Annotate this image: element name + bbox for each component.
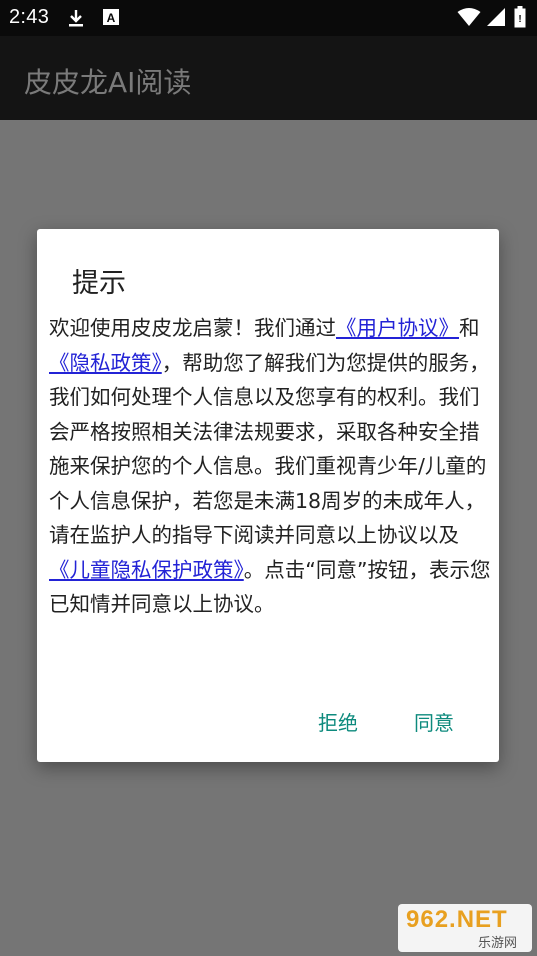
watermark-site-name: 乐游网 [478, 936, 518, 951]
signal-icon [486, 7, 506, 31]
message-text: ，帮助您了解我们为您提供的服务，我们如何处理个人信息以及您享有的权利。我们会严格… [49, 350, 490, 548]
svg-text:A: A [107, 11, 116, 25]
a-box-icon: A [102, 8, 120, 30]
watermark-logo-text: 962.NET [406, 906, 508, 933]
wifi-icon [457, 7, 481, 31]
reject-button[interactable]: 拒绝 [318, 707, 358, 736]
download-icon [66, 8, 86, 32]
svg-text:!: ! [518, 14, 521, 25]
agree-button[interactable]: 同意 [414, 707, 454, 736]
dialog-message: 欢迎使用皮皮龙启蒙！我们通过《用户协议》和《隐私政策》，帮助您了解我们为您提供的… [49, 311, 493, 622]
status-bar: 2:43 A ! [0, 0, 537, 36]
child-privacy-policy-link[interactable]: 《儿童隐私保护政策》 [49, 558, 244, 582]
privacy-policy-link[interactable]: 《隐私政策》 [49, 351, 162, 375]
app-title: 皮皮龙AI阅读 [24, 66, 192, 99]
dialog-title: 提示 [72, 268, 126, 299]
app-bar: 皮皮龙AI阅读 [0, 36, 537, 120]
user-agreement-link[interactable]: 《用户协议》 [336, 316, 459, 340]
battery-icon: ! [514, 6, 526, 32]
status-time: 2:43 [9, 6, 50, 28]
message-text: 和 [459, 316, 480, 340]
privacy-dialog: 提示 欢迎使用皮皮龙启蒙！我们通过《用户协议》和《隐私政策》，帮助您了解我们为您… [37, 229, 499, 762]
site-watermark: 962.NET 乐游网 [398, 904, 532, 952]
message-text: 欢迎使用皮皮龙启蒙！我们通过 [49, 316, 336, 340]
